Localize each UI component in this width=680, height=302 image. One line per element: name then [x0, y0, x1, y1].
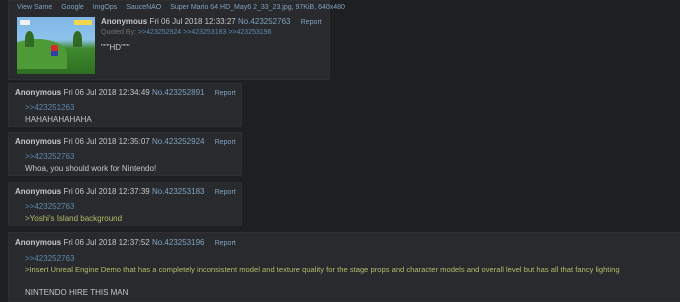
quoted-by: Quoted By: >>423252924 >>423253183 >>423… — [101, 29, 272, 36]
post-header: Anonymous Fri 06 Jul 2018 12:37:52 No.42… — [15, 238, 236, 247]
google-link[interactable]: Google — [61, 4, 84, 11]
post-header: Anonymous Fri 06 Jul 2018 12:34:49 No.42… — [15, 88, 236, 97]
poster-name: Anonymous — [15, 238, 62, 247]
post-body: """HD""" — [101, 43, 130, 52]
quoted-by-link[interactable]: >>423253183 — [183, 29, 226, 36]
post-number[interactable]: No.423252891 — [152, 88, 205, 97]
poster-name: Anonymous — [15, 88, 62, 97]
post-header: Anonymous Fri 06 Jul 2018 12:37:39 No.42… — [15, 187, 236, 196]
post-date: Fri 06 Jul 2018 12:35:07 — [63, 137, 150, 146]
reply-post: Anonymous Fri 06 Jul 2018 12:34:49 No.42… — [8, 83, 242, 127]
report-link[interactable]: Report — [215, 90, 236, 97]
post-header: Anonymous Fri 06 Jul 2018 12:35:07 No.42… — [15, 137, 236, 146]
poster-name: Anonymous — [101, 17, 148, 26]
post-date: Fri 06 Jul 2018 12:33:27 — [149, 17, 236, 26]
post-date: Fri 06 Jul 2018 12:37:39 — [63, 187, 150, 196]
report-link[interactable]: Report — [215, 139, 236, 146]
post-body-line: NINTENDO HIRE THIS MAN — [25, 288, 129, 297]
op-post: View Same Google ImgOps SauceNAO Super M… — [8, 0, 345, 80]
quote-link[interactable]: >>423252763 — [25, 152, 74, 161]
imgops-link[interactable]: ImgOps — [93, 4, 118, 11]
quote-link[interactable]: >>423251263 — [25, 103, 74, 112]
quoted-by-label: Quoted By: — [101, 29, 137, 36]
reply-post: Anonymous Fri 06 Jul 2018 12:37:52 No.42… — [8, 232, 680, 302]
post-date: Fri 06 Jul 2018 12:37:52 — [63, 238, 150, 247]
quote-link[interactable]: >>423252763 — [25, 254, 74, 263]
thumb-mario — [51, 45, 58, 56]
post-header: Anonymous Fri 06 Jul 2018 12:33:27 No.42… — [101, 17, 322, 26]
thumb-tree — [25, 31, 34, 47]
quoted-by-link[interactable]: >>423252924 — [138, 29, 181, 36]
view-same-link[interactable]: View Same — [17, 4, 52, 11]
poster-name: Anonymous — [15, 187, 62, 196]
poster-name: Anonymous — [15, 137, 62, 146]
thumbnail-image[interactable] — [17, 17, 95, 74]
greentext-line: >Yoshi's Island background — [25, 214, 123, 223]
post-number[interactable]: No.423253196 — [152, 238, 205, 247]
post-body-line: HAHAHAHAHAHA — [25, 115, 92, 124]
post-number[interactable]: No.423252763 — [238, 17, 291, 26]
reply-post: Anonymous Fri 06 Jul 2018 12:35:07 No.42… — [8, 132, 242, 176]
reply-post: Anonymous Fri 06 Jul 2018 12:37:39 No.42… — [8, 182, 242, 226]
quote-link[interactable]: >>423252763 — [25, 202, 74, 211]
thumb-tree — [73, 31, 82, 47]
post-body-line: Whoa, you should work for Nintendo! — [25, 164, 157, 173]
post-number[interactable]: No.423252924 — [152, 137, 205, 146]
report-link[interactable]: Report — [215, 189, 236, 196]
post-number[interactable]: No.423253183 — [152, 187, 205, 196]
quoted-by-link[interactable]: >>423253196 — [228, 29, 271, 36]
file-info-bar: View Same Google ImgOps SauceNAO Super M… — [17, 4, 352, 11]
thumb-hud — [74, 20, 92, 25]
post-date: Fri 06 Jul 2018 12:34:49 — [63, 88, 150, 97]
saucenao-link[interactable]: SauceNAO — [126, 4, 161, 11]
report-link[interactable]: Report — [301, 19, 322, 26]
report-link[interactable]: Report — [215, 240, 236, 247]
file-name-link[interactable]: Super Mario 64 HD_May6 2_33_23.jpg, 97Ki… — [170, 4, 345, 11]
greentext-line: >Insert Unreal Engine Demo that has a co… — [25, 265, 620, 274]
thumb-hud — [20, 20, 30, 25]
